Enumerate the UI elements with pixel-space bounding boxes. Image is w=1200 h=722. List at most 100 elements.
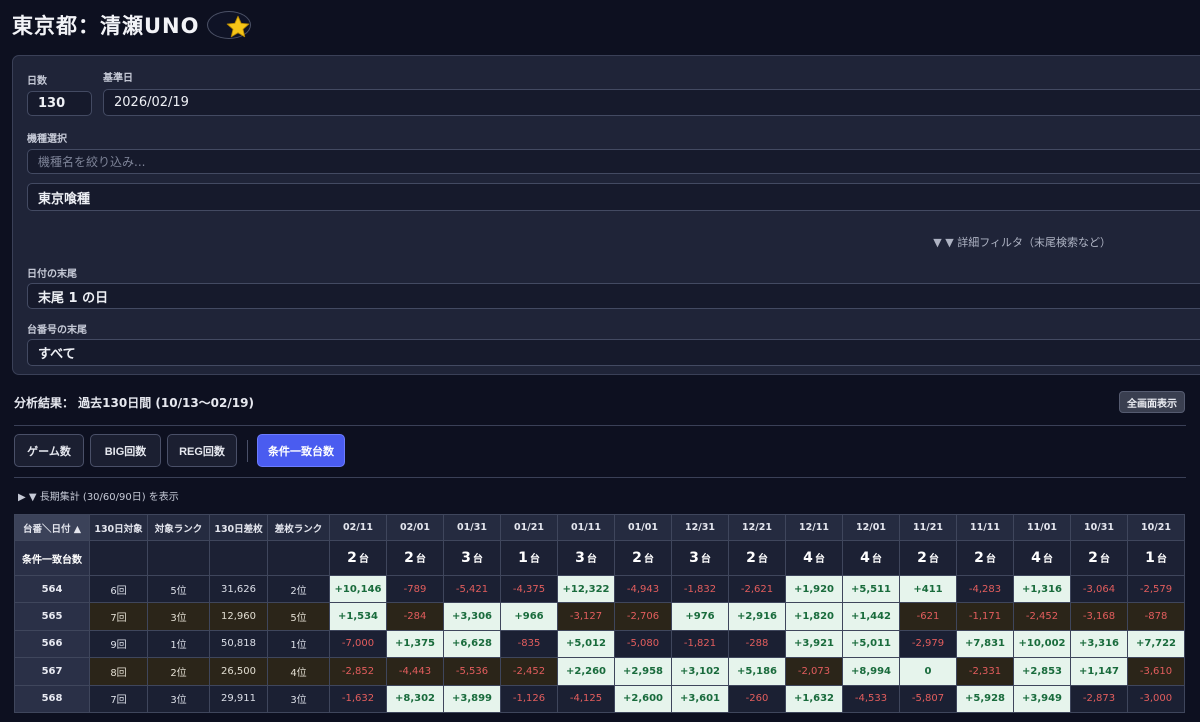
value-cell: -2,621 bbox=[728, 574, 786, 604]
meta-cell-diff-rank: 5位 bbox=[267, 602, 330, 631]
meta-cell-count: 8回 bbox=[89, 657, 148, 686]
value-cell: -2,452 bbox=[500, 657, 558, 686]
date-header[interactable]: 12/01 bbox=[842, 514, 900, 541]
fullscreen-button[interactable]: 全画面表示 bbox=[1119, 391, 1185, 413]
value-cell: -789 bbox=[386, 574, 444, 604]
match-count-cell: 3台 bbox=[443, 540, 501, 576]
value-cell: +5,511 bbox=[842, 574, 900, 604]
meta-cell-rank: 5位 bbox=[147, 574, 210, 604]
date-header[interactable]: 12/31 bbox=[671, 514, 729, 541]
favorite-button[interactable] bbox=[207, 11, 252, 39]
match-count-unit: 台 bbox=[472, 554, 483, 565]
match-count-unit: 台 bbox=[415, 554, 426, 565]
date-header[interactable]: 10/21 bbox=[1127, 514, 1185, 541]
match-count-cell: 3台 bbox=[557, 540, 615, 576]
value-cell: -2,579 bbox=[1127, 574, 1185, 604]
date-header[interactable]: 02/01 bbox=[386, 514, 444, 541]
date-header[interactable]: 11/21 bbox=[899, 514, 957, 541]
value-cell: +3,921 bbox=[785, 629, 843, 659]
date-header[interactable]: 11/01 bbox=[1013, 514, 1071, 541]
table-row: 567 8回 2位 26,500 4位 -2,852 -4,443 -5,536 -2,452 +… bbox=[14, 657, 1185, 686]
value-cell: +1,920 bbox=[785, 574, 843, 604]
value-cell: +1,316 bbox=[1013, 574, 1071, 604]
tab-reg-count[interactable]: REG回数 bbox=[167, 434, 237, 467]
advanced-filter-toggle[interactable]: ▼ ▼ 詳細フィルタ（末尾検索など） bbox=[933, 234, 1111, 250]
match-count-unit: 台 bbox=[928, 554, 939, 565]
value-cell: +7,722 bbox=[1127, 629, 1185, 659]
days-label: 日数 bbox=[27, 76, 47, 87]
value-cell: +2,260 bbox=[557, 657, 615, 686]
value-cell: -4,125 bbox=[557, 684, 615, 713]
table-row: 568 7回 3位 29,911 3位 -1,632 +8,302 +3,899 -1,126-… bbox=[14, 684, 1185, 713]
value-cell: -4,283 bbox=[956, 574, 1014, 604]
date-header[interactable]: 12/21 bbox=[728, 514, 786, 541]
column-header[interactable]: 130日対象 bbox=[89, 514, 148, 541]
meta-cell-count: 6回 bbox=[89, 574, 148, 604]
match-count-unit: 台 bbox=[757, 554, 768, 565]
date-header[interactable]: 01/31 bbox=[443, 514, 501, 541]
meta-cell-count: 7回 bbox=[89, 684, 148, 713]
match-count-cell: 4台 bbox=[1013, 540, 1071, 576]
meta-cell-diff: 12,960 bbox=[209, 602, 268, 631]
sort-header[interactable]: 台番＼日付 ▲ bbox=[14, 514, 90, 541]
match-count-cell: 2台 bbox=[386, 540, 444, 576]
meta-cell-rank: 3位 bbox=[147, 602, 210, 631]
base-date-input[interactable]: 2026/02/19 bbox=[103, 89, 1200, 116]
longterm-toggle[interactable]: ▶ ▼ 長期集計 (30/60/90日) を表示 bbox=[18, 488, 179, 503]
column-header[interactable]: 130日差枚 bbox=[209, 514, 268, 541]
value-cell: +3,949 bbox=[1013, 684, 1071, 713]
machine-number[interactable]: 565 bbox=[14, 602, 90, 631]
model-select-label: 機種選択 bbox=[27, 134, 67, 145]
match-count-unit: 台 bbox=[1156, 554, 1167, 565]
table-row: 564 6回 5位 31,626 2位 +10,146 -789 -5,421 -4,375 +1… bbox=[14, 574, 1185, 604]
value-cell: +8,302 bbox=[386, 684, 444, 713]
filter-panel: 日数 130 基準日 2026/02/19 機種選択 機種名を絞り込み... 東… bbox=[12, 55, 1200, 375]
machine-number[interactable]: 564 bbox=[14, 574, 90, 604]
machine-number[interactable]: 567 bbox=[14, 657, 90, 686]
value-cell: -4,533 bbox=[842, 684, 900, 713]
meta-cell-count: 9回 bbox=[89, 629, 148, 659]
date-header[interactable]: 01/01 bbox=[614, 514, 672, 541]
date-header[interactable]: 12/11 bbox=[785, 514, 843, 541]
tab-big-count[interactable]: BIG回数 bbox=[90, 434, 161, 467]
date-header[interactable]: 10/31 bbox=[1070, 514, 1128, 541]
match-count-value: 4 bbox=[860, 550, 870, 566]
machine-suffix-select[interactable]: すべて bbox=[27, 339, 1200, 366]
model-select[interactable]: 東京喰種 bbox=[27, 183, 1200, 211]
value-cell: -5,807 bbox=[899, 684, 957, 713]
match-count-value: 3 bbox=[689, 550, 699, 566]
date-header[interactable]: 01/11 bbox=[557, 514, 615, 541]
empty-cell bbox=[147, 540, 210, 576]
value-cell: -1,632 bbox=[329, 684, 387, 713]
tab-game-count[interactable]: ゲーム数 bbox=[14, 434, 84, 467]
match-count-cell: 4台 bbox=[842, 540, 900, 576]
match-count-value: 2 bbox=[746, 550, 756, 566]
machine-number[interactable]: 568 bbox=[14, 684, 90, 713]
date-header[interactable]: 01/21 bbox=[500, 514, 558, 541]
meta-cell-diff: 29,911 bbox=[209, 684, 268, 713]
match-count-cell: 1台 bbox=[500, 540, 558, 576]
machine-number[interactable]: 566 bbox=[14, 629, 90, 659]
date-header[interactable]: 11/11 bbox=[956, 514, 1014, 541]
value-cell: +976 bbox=[671, 602, 729, 631]
tab-match-count[interactable]: 条件一致台数 bbox=[257, 434, 345, 467]
match-count-value: 1 bbox=[1145, 550, 1155, 566]
value-cell: -2,873 bbox=[1070, 684, 1128, 713]
value-cell: +3,899 bbox=[443, 684, 501, 713]
value-cell: -1,832 bbox=[671, 574, 729, 604]
days-input[interactable]: 130 bbox=[27, 91, 92, 116]
value-cell: +1,375 bbox=[386, 629, 444, 659]
model-search-input[interactable]: 機種名を絞り込み... bbox=[27, 149, 1200, 174]
match-count-value: 3 bbox=[461, 550, 471, 566]
date-suffix-select[interactable]: 末尾 1 の日 bbox=[27, 283, 1200, 309]
match-count-unit: 台 bbox=[700, 554, 711, 565]
value-cell: +411 bbox=[899, 574, 957, 604]
value-cell: -4,943 bbox=[614, 574, 672, 604]
date-header[interactable]: 02/11 bbox=[329, 514, 387, 541]
table-row: 566 9回 1位 50,818 1位 -7,000 +1,375 +6,628 -835 +5,… bbox=[14, 629, 1185, 659]
value-cell: -4,443 bbox=[386, 657, 444, 686]
match-count-unit: 台 bbox=[643, 554, 654, 565]
column-header[interactable]: 対象ランク bbox=[147, 514, 210, 541]
value-cell: -260 bbox=[728, 684, 786, 713]
column-header[interactable]: 差枚ランク bbox=[267, 514, 330, 541]
